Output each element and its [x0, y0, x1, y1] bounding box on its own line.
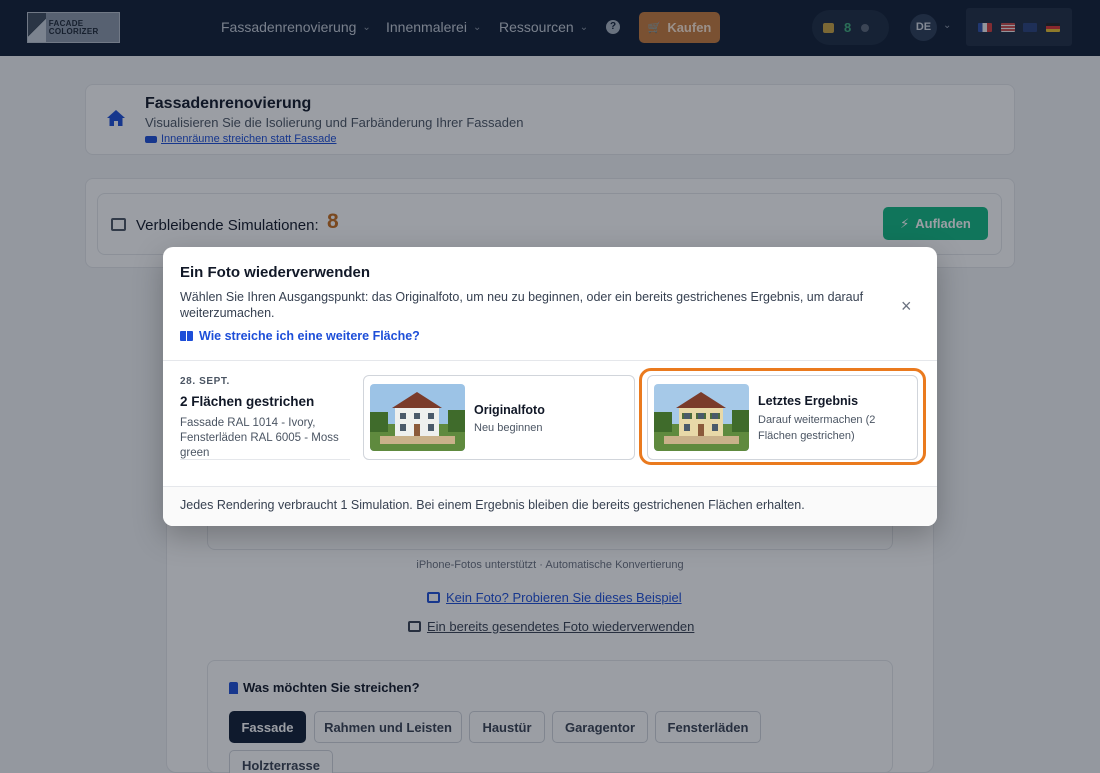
divider: [163, 486, 937, 487]
original-photo-option[interactable]: Originalfoto Neu beginnen: [363, 375, 635, 460]
latest-result-title: Letztes Ergebnis: [758, 394, 859, 408]
book-icon: [180, 331, 193, 341]
original-photo-thumbnail: [370, 384, 465, 451]
reuse-photo-modal: Ein Foto wiederverwenden Wählen Sie Ihre…: [163, 247, 937, 526]
entry-title: 2 Flächen gestrichen: [180, 394, 315, 409]
divider: [163, 360, 937, 361]
entry-details: Fassade RAL 1014 - Ivory, Fensterläden R…: [180, 417, 339, 459]
modal-description: Wählen Sie Ihren Ausgangspunkt: das Orig…: [180, 290, 864, 320]
latest-result-thumbnail: [654, 384, 749, 451]
latest-result-option[interactable]: Letztes Ergebnis Darauf weitermachen (2 …: [647, 375, 918, 460]
modal-footer-text: Jedes Rendering verbraucht 1 Simulation.…: [180, 498, 805, 512]
close-icon[interactable]: ×: [901, 296, 912, 317]
modal-title: Ein Foto wiederverwenden: [180, 264, 371, 281]
entry-divider: [180, 459, 350, 460]
original-photo-subtitle: Neu beginnen: [474, 422, 543, 434]
original-photo-title: Originalfoto: [474, 403, 545, 417]
painted-house-image: [654, 384, 749, 451]
house-image: [370, 384, 465, 451]
help-link[interactable]: Wie streiche ich eine weitere Fläche?: [180, 329, 420, 343]
latest-result-subtitle: Darauf weitermachen (2 Flächen gestriche…: [758, 414, 876, 442]
entry-date: 28. SEPT.: [180, 376, 230, 387]
